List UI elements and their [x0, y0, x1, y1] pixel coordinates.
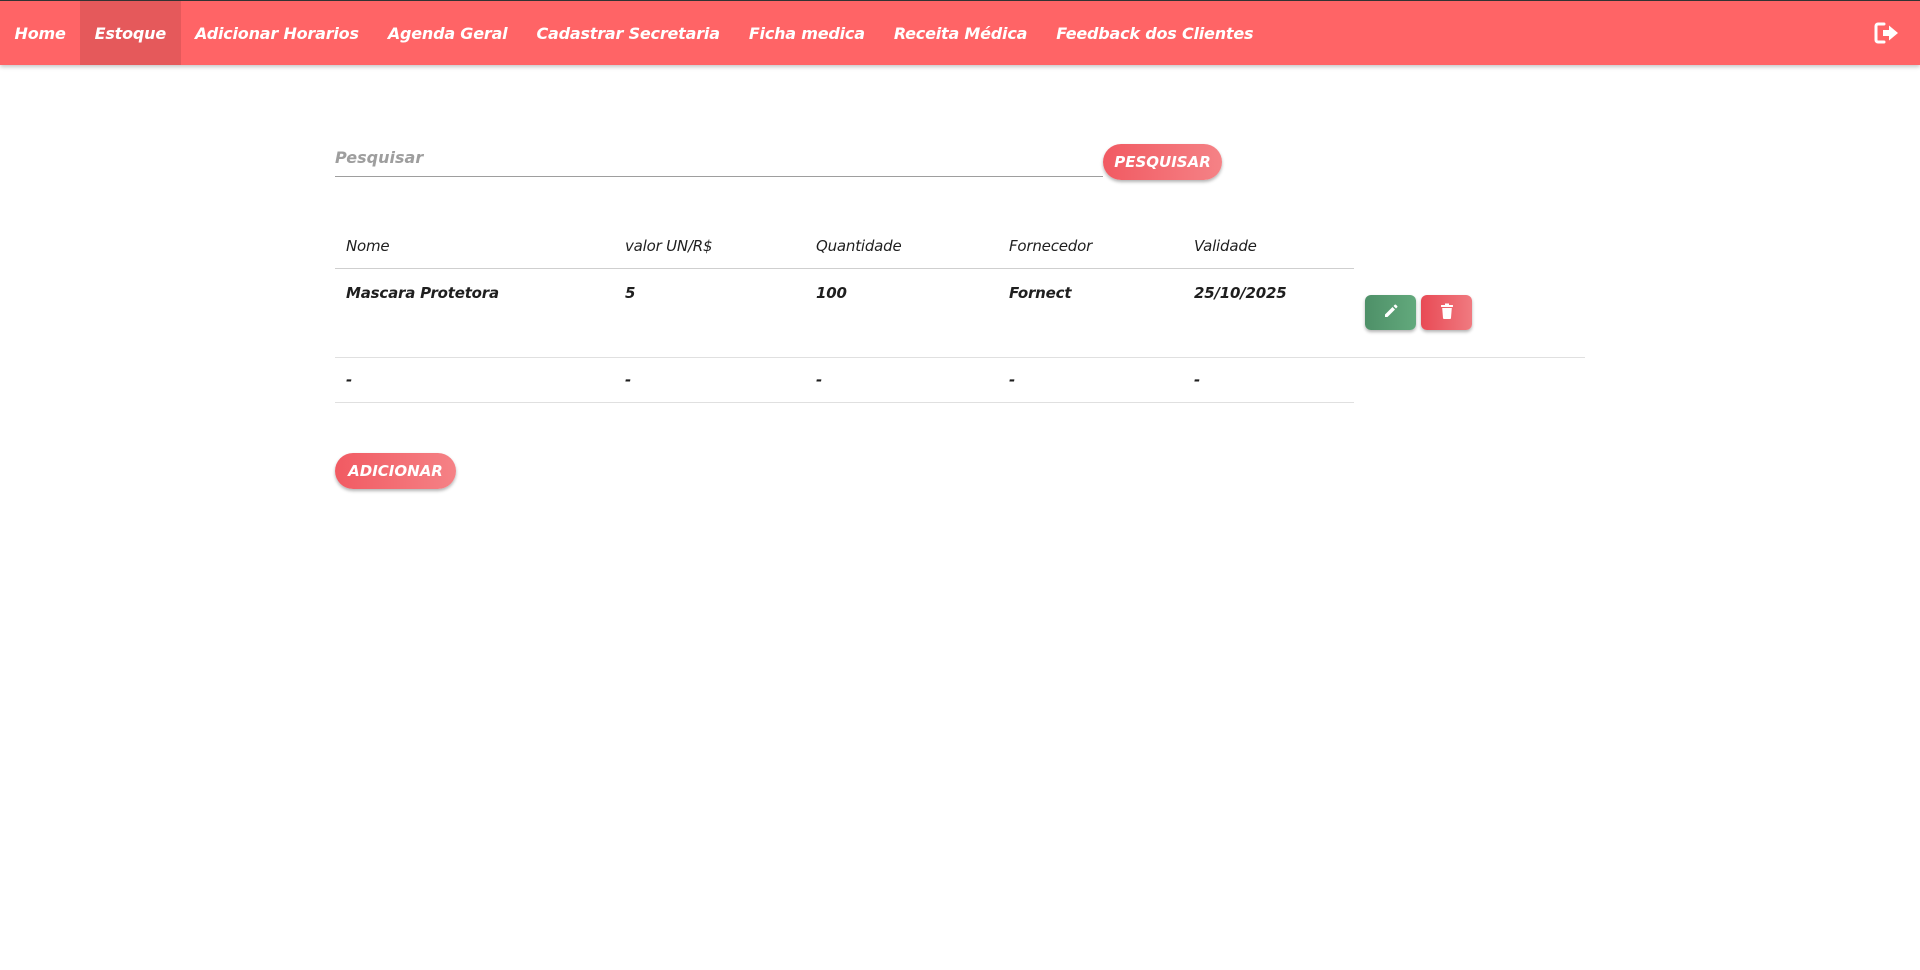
- logout-icon[interactable]: [1874, 21, 1900, 45]
- cell-quantidade: 100: [805, 268, 998, 358]
- column-header-actions: [1354, 225, 1585, 268]
- cell-actions: [1354, 268, 1585, 358]
- cell-actions: [1354, 357, 1585, 402]
- nav-item-receita-medica[interactable]: Receita Médica: [879, 1, 1041, 65]
- table-header-row: Nome valor UN/R$ Quantidade Fornecedor V…: [335, 225, 1585, 269]
- column-header-validade: Validade: [1183, 225, 1354, 269]
- cell-fornecedor: -: [998, 357, 1183, 403]
- search-button[interactable]: Pesquisar: [1103, 144, 1222, 180]
- cell-validade: 25/10/2025: [1183, 268, 1354, 358]
- edit-button[interactable]: [1365, 295, 1416, 330]
- trash-icon: [1440, 303, 1454, 322]
- cell-nome: -: [335, 357, 614, 403]
- cell-fornecedor: Fornect: [998, 268, 1183, 358]
- table-row: Mascara Protetora 5 100 Fornect 25/10/20…: [335, 268, 1585, 358]
- nav-item-home[interactable]: Home: [0, 1, 80, 65]
- add-button[interactable]: Adicionar: [335, 453, 456, 489]
- top-navbar: Home Estoque Adicionar Horarios Agenda G…: [0, 0, 1920, 65]
- search-field: [335, 138, 1103, 177]
- nav-item-agenda-geral[interactable]: Agenda Geral: [373, 1, 522, 65]
- column-header-nome: Nome: [335, 225, 614, 269]
- cell-valor: 5: [614, 268, 805, 358]
- nav-list: Home Estoque Adicionar Horarios Agenda G…: [0, 1, 1268, 65]
- cell-quantidade: -: [805, 357, 998, 403]
- table-row: - - - - -: [335, 357, 1585, 403]
- cell-validade: -: [1183, 357, 1354, 403]
- pencil-icon: [1383, 303, 1399, 322]
- cell-nome: Mascara Protetora: [335, 268, 614, 358]
- delete-button[interactable]: [1421, 295, 1472, 330]
- cell-valor: -: [614, 357, 805, 403]
- nav-item-feedback-clientes[interactable]: Feedback dos Clientes: [1042, 1, 1268, 65]
- column-header-valor: valor UN/R$: [614, 225, 805, 269]
- nav-item-ficha-medica[interactable]: Ficha medica: [734, 1, 879, 65]
- column-header-quantidade: Quantidade: [805, 225, 998, 269]
- nav-item-estoque[interactable]: Estoque: [80, 1, 181, 65]
- nav-item-cadastrar-secretaria[interactable]: Cadastrar Secretaria: [522, 1, 734, 65]
- stock-table: Nome valor UN/R$ Quantidade Fornecedor V…: [335, 225, 1585, 403]
- column-header-fornecedor: Fornecedor: [998, 225, 1183, 269]
- search-input[interactable]: [335, 138, 1103, 176]
- row-actions: [1365, 295, 1585, 330]
- nav-item-adicionar-horarios[interactable]: Adicionar Horarios: [181, 1, 374, 65]
